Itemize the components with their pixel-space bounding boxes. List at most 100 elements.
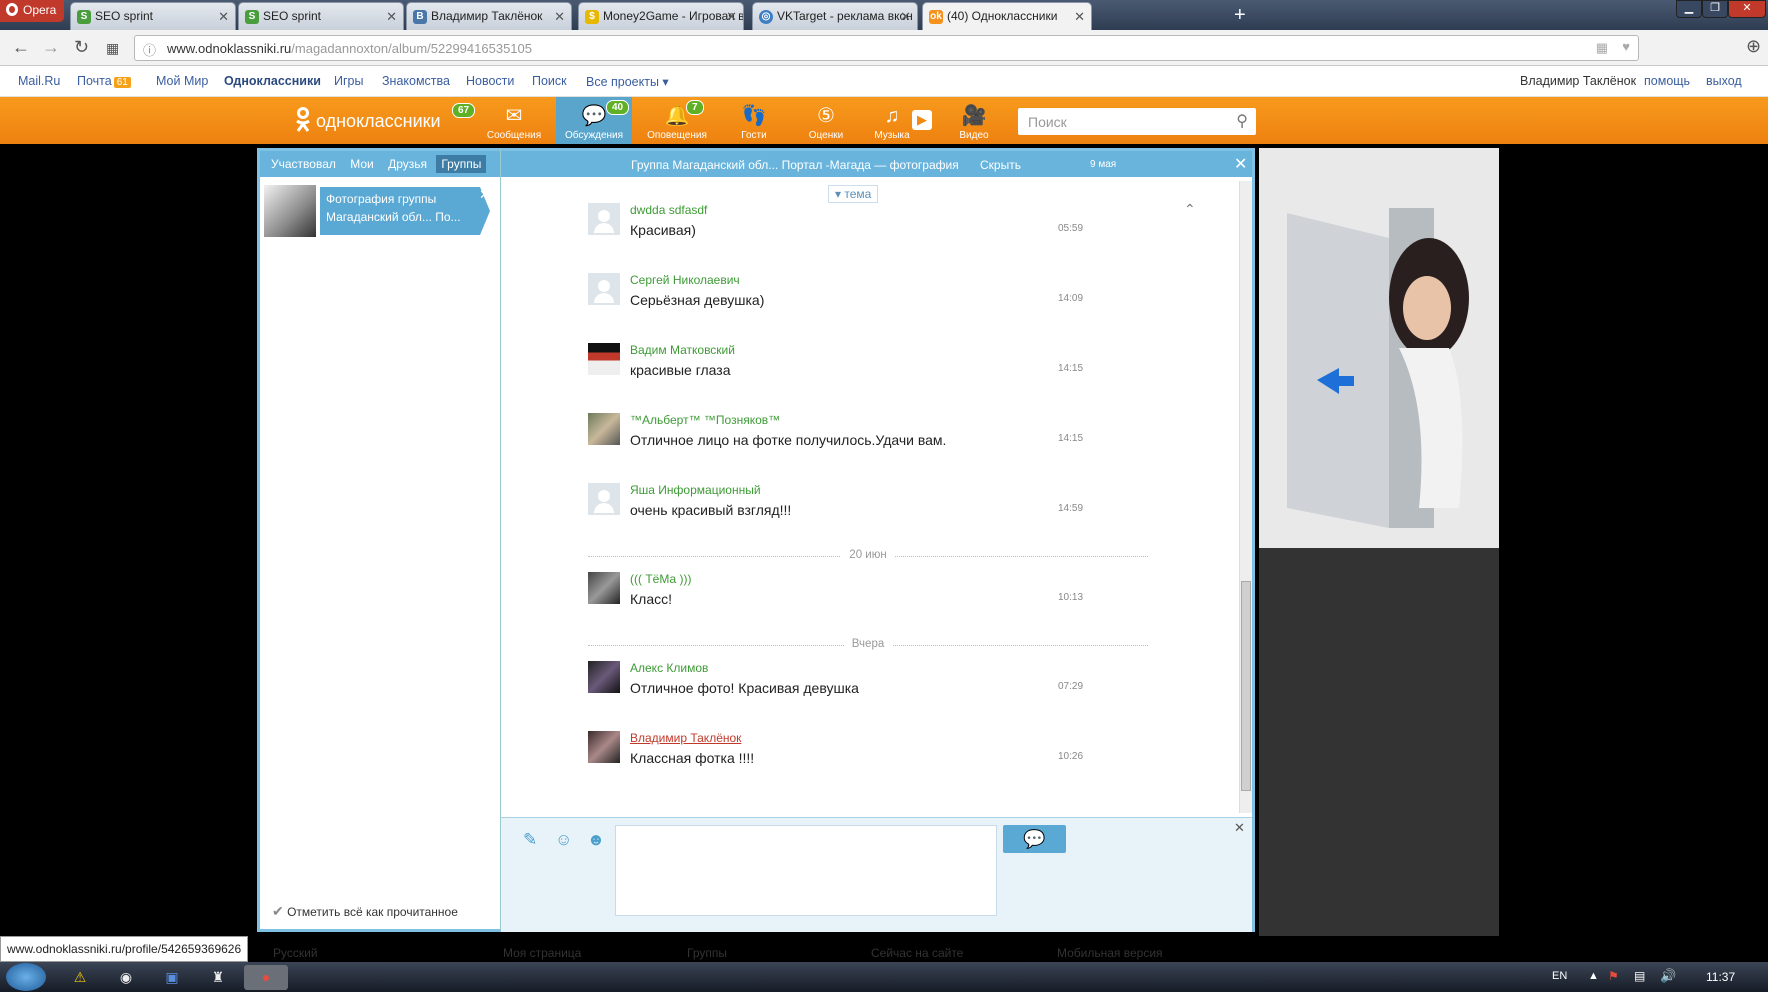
- chat-title[interactable]: Группа Магаданский обл... Портал -Магада…: [631, 158, 959, 172]
- send-button[interactable]: 💬: [1003, 825, 1066, 853]
- portal-logout-link[interactable]: выход: [1706, 74, 1742, 88]
- portal-link-odnoklassniki[interactable]: Одноклассники: [224, 74, 321, 88]
- conversation-item[interactable]: Фотография группы Магаданский обл... По.…: [264, 185, 494, 237]
- message-author[interactable]: ™Альберт™ ™Позняков™: [630, 413, 780, 427]
- tab-seo-sprint-1[interactable]: S SEO sprint ✕: [70, 2, 236, 30]
- message-author[interactable]: Алекс Климов: [630, 661, 708, 675]
- message-author[interactable]: dwdda sdfasdf: [630, 203, 707, 217]
- scrollbar-thumb[interactable]: [1241, 581, 1251, 791]
- portal-user-name[interactable]: Владимир Таклёнок: [1520, 74, 1636, 88]
- portal-help-link[interactable]: помощь: [1644, 74, 1690, 88]
- avatar[interactable]: [588, 731, 620, 763]
- close-tab-icon[interactable]: ✕: [218, 9, 229, 25]
- forward-icon[interactable]: →: [42, 37, 60, 58]
- nav-ratings[interactable]: ⑤ Оценки: [796, 97, 856, 144]
- mark-all-read-button[interactable]: ✔ Отметить всё как прочитанное: [272, 903, 458, 920]
- advertisement-banner[interactable]: [1259, 148, 1499, 548]
- close-tab-icon[interactable]: ✕: [1074, 9, 1085, 25]
- chat-scrollbar[interactable]: [1239, 181, 1252, 813]
- hide-link[interactable]: Скрыть: [980, 158, 1021, 172]
- tab-mine[interactable]: Мои: [345, 155, 379, 173]
- close-conversation-icon[interactable]: ✕: [479, 187, 490, 203]
- portal-link-search[interactable]: Поиск: [532, 74, 567, 88]
- search-icon[interactable]: ⚲: [1236, 111, 1248, 131]
- message-author[interactable]: ((( ТёМа ))): [630, 572, 691, 586]
- close-tab-icon[interactable]: ✕: [726, 9, 737, 25]
- tray-up-arrow-icon[interactable]: ▲: [1588, 970, 1599, 982]
- portal-link-my-world[interactable]: Мой Мир: [156, 74, 208, 88]
- footer-link-online-now[interactable]: Сейчас на сайте: [871, 946, 963, 960]
- avatar[interactable]: [588, 203, 620, 235]
- minimize-button[interactable]: ▁: [1676, 0, 1702, 18]
- opera-menu-button[interactable]: Opera: [0, 0, 64, 22]
- tab-friends[interactable]: Друзья: [383, 155, 432, 173]
- portal-link-games[interactable]: Игры: [334, 74, 363, 88]
- new-tab-button[interactable]: +: [1234, 4, 1246, 26]
- taskbar-save-icon[interactable]: ▣: [150, 965, 194, 990]
- tray-network-icon[interactable]: ▤: [1634, 969, 1645, 983]
- message-author[interactable]: Владимир Таклёнок: [630, 731, 741, 745]
- message-author[interactable]: Сергей Николаевич: [630, 273, 740, 287]
- avatar[interactable]: [588, 661, 620, 693]
- tab-money2game[interactable]: $ Money2Game - Игровая в ✕: [578, 2, 744, 30]
- message-input[interactable]: [615, 825, 997, 916]
- taskbar-media-icon[interactable]: ◉: [104, 965, 148, 990]
- nav-video[interactable]: 🎥 Видео: [944, 97, 1004, 144]
- download-icon[interactable]: ⊕: [1746, 36, 1761, 57]
- close-chat-icon[interactable]: ✕: [1234, 154, 1247, 174]
- nav-discussions[interactable]: 💬 Обсуждения 40: [556, 97, 632, 144]
- portal-link-dating[interactable]: Знакомства: [382, 74, 450, 88]
- search-input[interactable]: Поиск ⚲: [1018, 108, 1256, 135]
- nav-guests[interactable]: 👣 Гости: [724, 97, 784, 144]
- portal-link-mailru[interactable]: Mail.Ru: [18, 74, 60, 88]
- portal-link-mail[interactable]: Почта 61: [77, 74, 131, 88]
- taskbar-warning-app-icon[interactable]: ⚠: [58, 965, 102, 990]
- portal-link-all-projects[interactable]: Все проекты ▾: [586, 74, 669, 89]
- sticker-icon[interactable]: ☺: [555, 830, 572, 850]
- nav-messages[interactable]: ✉ Сообщения: [482, 97, 546, 144]
- url-field[interactable]: ⓘ www.odnoklassniki.ru/magadannoxton/alb…: [134, 35, 1639, 61]
- close-tab-icon[interactable]: ✕: [900, 9, 911, 25]
- topic-toggle[interactable]: ▾ тема: [828, 185, 879, 203]
- avatar[interactable]: [588, 572, 620, 604]
- avatar[interactable]: [588, 413, 620, 445]
- taskbar-game-icon[interactable]: ♜: [196, 965, 240, 990]
- footer-link-groups[interactable]: Группы: [687, 946, 727, 960]
- avatar[interactable]: [588, 273, 620, 305]
- maximize-button[interactable]: ❐: [1702, 0, 1728, 18]
- tab-participated[interactable]: Участвовал: [266, 155, 341, 173]
- tab-groups[interactable]: Группы: [436, 155, 487, 173]
- footer-link-mobile[interactable]: Мобильная версия: [1057, 946, 1163, 960]
- back-icon[interactable]: ←: [12, 37, 30, 58]
- close-tab-icon[interactable]: ✕: [386, 9, 397, 25]
- portal-link-news[interactable]: Новости: [466, 74, 514, 88]
- start-button[interactable]: [6, 963, 46, 991]
- tab-vk-profile[interactable]: B Владимир Таклёнок ✕: [406, 2, 572, 30]
- heart-icon[interactable]: ♥: [1622, 39, 1630, 54]
- close-tab-icon[interactable]: ✕: [554, 9, 565, 25]
- taskbar-opera-icon[interactable]: ●: [244, 965, 288, 990]
- tray-flag-icon[interactable]: ⚑: [1608, 969, 1619, 983]
- nav-notifications[interactable]: 🔔 Оповещения 7: [642, 97, 712, 144]
- pencil-icon[interactable]: ✎: [523, 830, 537, 850]
- speed-dial-icon[interactable]: ▦: [106, 40, 119, 57]
- reload-icon[interactable]: ↻: [74, 37, 89, 58]
- footer-link-my-page[interactable]: Моя страница: [503, 946, 581, 960]
- close-composer-icon[interactable]: ✕: [1234, 820, 1245, 836]
- language-indicator[interactable]: EN: [1552, 970, 1567, 982]
- tab-odnoklassniki[interactable]: ok (40) Одноклассники ✕: [922, 2, 1092, 30]
- tab-seo-sprint-2[interactable]: S SEO sprint ✕: [238, 2, 404, 30]
- footer-link-russian[interactable]: Русский: [273, 946, 318, 960]
- chevron-up-icon[interactable]: ⌃: [1184, 201, 1196, 218]
- avatar[interactable]: [588, 483, 620, 515]
- clock[interactable]: 11:37: [1706, 970, 1735, 984]
- avatar[interactable]: [588, 343, 620, 375]
- message-author[interactable]: Яша Информационный: [630, 483, 761, 497]
- tray-volume-icon[interactable]: 🔊: [1660, 968, 1676, 984]
- extensions-icon[interactable]: ▦: [1596, 40, 1608, 56]
- close-window-button[interactable]: ✕: [1728, 0, 1766, 18]
- tab-vktarget[interactable]: ◎ VKTarget - реклама вкон ✕: [752, 2, 918, 30]
- message-author[interactable]: Вадим Матковский: [630, 343, 735, 357]
- odnoklassniki-logo[interactable]: одноклассники 67: [294, 103, 476, 133]
- smiley-icon[interactable]: ☻: [587, 830, 605, 850]
